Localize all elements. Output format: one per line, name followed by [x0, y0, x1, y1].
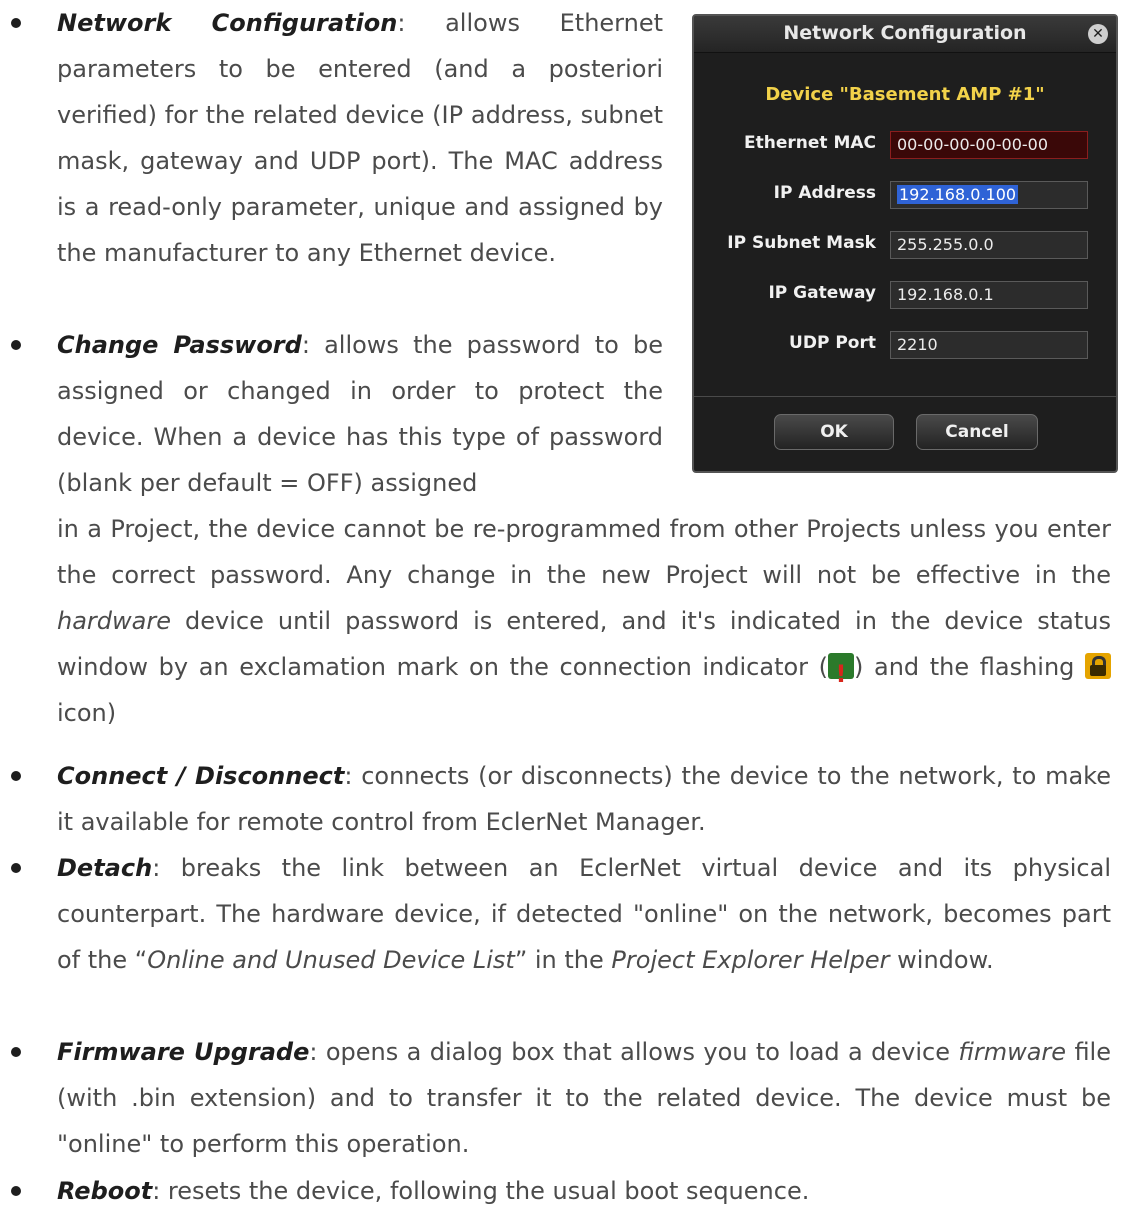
item-firmware-upgrade: Firmware Upgrade: opens a dialog box tha…	[57, 1029, 1111, 1167]
udp-port-field[interactable]: 2210	[890, 331, 1088, 359]
connection-warning-icon	[828, 651, 855, 697]
item-text: in a Project, the device cannot be re-pr…	[57, 515, 1111, 589]
item-change-password-b: in a Project, the device cannot be re-pr…	[57, 506, 1111, 736]
item-term: Network Configuration	[57, 9, 398, 37]
dialog-title: Network Configuration	[783, 22, 1027, 44]
item-reboot: Reboot: resets the device, following the…	[57, 1168, 1111, 1214]
ok-button[interactable]: OK	[774, 414, 894, 450]
ip-gateway-field[interactable]: 192.168.0.1	[890, 281, 1088, 309]
device-name-label: Device "Basement AMP #1"	[765, 84, 1045, 105]
ip-subnet-mask-label: IP Subnet Mask	[727, 233, 876, 253]
network-configuration-dialog: Network Configuration ✕ Device "Basement…	[692, 14, 1118, 473]
item-italic: Project Explorer Helper	[611, 946, 890, 974]
item-text: icon)	[57, 699, 117, 727]
item-text: window.	[889, 946, 994, 974]
ip-address-value: 192.168.0.100	[897, 185, 1019, 204]
lock-icon	[1085, 653, 1111, 679]
item-italic: Online and Unused Device List	[147, 946, 515, 974]
item-text: : resets the device, following the usual…	[152, 1177, 810, 1205]
bullet	[11, 340, 21, 350]
item-detach: Detach: breaks the link between an Ecler…	[57, 845, 1111, 983]
close-icon[interactable]: ✕	[1088, 24, 1108, 44]
item-term: Change Password	[57, 331, 302, 359]
item-text: : opens a dialog box that allows you to …	[309, 1038, 959, 1066]
ip-address-field[interactable]: 192.168.0.100	[890, 181, 1088, 209]
item-text: ) and the flashing	[854, 653, 1085, 681]
item-network-configuration: Network Configuration: allows Ethernet p…	[57, 0, 663, 276]
ip-address-label: IP Address	[773, 183, 876, 203]
bullet	[11, 771, 21, 781]
item-italic: hardware	[57, 607, 171, 635]
item-term: Detach	[57, 854, 153, 882]
bullet	[11, 1186, 21, 1196]
item-term: Firmware Upgrade	[57, 1038, 310, 1066]
dialog-titlebar: Network Configuration ✕	[694, 16, 1116, 53]
item-text: ” in the	[514, 946, 612, 974]
cancel-button[interactable]: Cancel	[916, 414, 1038, 450]
bullet	[11, 18, 21, 28]
ethernet-mac-field: 00-00-00-00-00-00	[890, 131, 1088, 159]
document-page: Network Configuration: allows Ethernet p…	[0, 0, 1121, 1205]
bullet	[11, 863, 21, 873]
dialog-separator	[694, 396, 1116, 397]
item-term: Reboot	[57, 1177, 153, 1205]
item-term: Connect / Disconnect	[57, 762, 345, 790]
ip-gateway-label: IP Gateway	[768, 283, 876, 303]
ethernet-mac-label: Ethernet MAC	[744, 133, 876, 153]
ip-subnet-mask-field[interactable]: 255.255.0.0	[890, 231, 1088, 259]
item-italic: firmware	[958, 1038, 1067, 1066]
udp-port-label: UDP Port	[789, 333, 876, 353]
item-text: : allows Ethernet parameters to be enter…	[57, 9, 664, 267]
bullet	[11, 1047, 21, 1057]
item-connect-disconnect: Connect / Disconnect: connects (or disco…	[57, 753, 1111, 845]
item-change-password-a: Change Password: allows the password to …	[57, 322, 663, 506]
